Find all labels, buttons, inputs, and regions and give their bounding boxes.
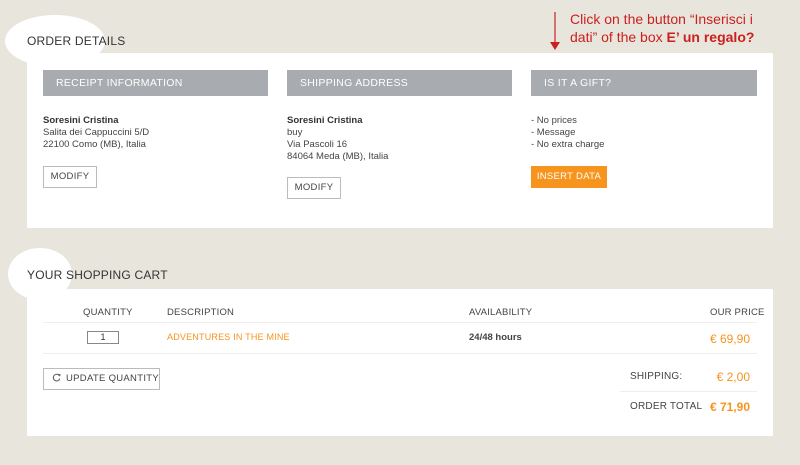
shipping-name: Soresini Cristina xyxy=(287,115,363,126)
quantity-column-header: QUANTITY xyxy=(83,307,133,318)
shipping-value: € 2,00 xyxy=(716,370,750,384)
receipt-line: Salita dei Cappuccini 5/D xyxy=(43,127,150,138)
gift-option: - No prices xyxy=(531,115,577,126)
quantity-input[interactable]: 1 xyxy=(87,331,119,344)
gift-option: - Message xyxy=(531,127,576,138)
receipt-address: Soresini Cristina Salita dei Cappuccini … xyxy=(43,115,149,151)
gift-option: - No extra charge xyxy=(531,139,605,150)
gift-options: - No prices - Message - No extra charge xyxy=(531,115,604,151)
refresh-icon xyxy=(52,373,61,382)
divider xyxy=(620,391,757,392)
description-column-header: DESCRIPTION xyxy=(167,307,235,318)
receipt-name: Soresini Cristina xyxy=(43,115,119,126)
modify-shipping-button[interactable]: MODIFY xyxy=(287,177,341,199)
order-details-title: ORDER DETAILS xyxy=(27,34,126,48)
availability-value: 24/48 hours xyxy=(469,332,522,343)
shipping-address: Soresini Cristina buy Via Pascoli 16 840… xyxy=(287,115,388,163)
price-column-header: OUR PRICE xyxy=(710,307,765,318)
availability-column-header: AVAILABILITY xyxy=(469,307,533,318)
insert-data-button[interactable]: INSERT DATA xyxy=(531,166,607,188)
order-total-value: € 71,90 xyxy=(709,400,750,414)
gift-header: IS IT A GIFT? xyxy=(531,70,757,96)
shipping-line: 84064 Meda (MB), Italia xyxy=(287,151,389,162)
receipt-line: 22100 Como (MB), Italia xyxy=(43,139,146,150)
update-quantity-label: UPDATE QUANTITY xyxy=(66,373,159,384)
shopping-cart-title: YOUR SHOPPING CART xyxy=(27,268,168,282)
instruction-highlight: E’ un regalo? xyxy=(666,29,755,45)
item-price: € 69,90 xyxy=(709,332,750,346)
shipping-address-header: SHIPPING ADDRESS xyxy=(287,70,512,96)
down-arrow-icon xyxy=(550,12,560,50)
update-quantity-button[interactable]: UPDATE QUANTITY xyxy=(43,368,160,390)
divider xyxy=(43,322,757,323)
shipping-line: buy xyxy=(287,127,303,138)
product-link[interactable]: ADVENTURES IN THE MINE xyxy=(167,332,290,342)
instruction-annotation: Click on the button “Inserisci i dati” o… xyxy=(570,10,770,46)
receipt-info-header: RECEIPT INFORMATION xyxy=(43,70,268,96)
modify-receipt-button[interactable]: MODIFY xyxy=(43,166,97,188)
shipping-line: Via Pascoli 16 xyxy=(287,139,348,150)
divider xyxy=(43,353,757,354)
